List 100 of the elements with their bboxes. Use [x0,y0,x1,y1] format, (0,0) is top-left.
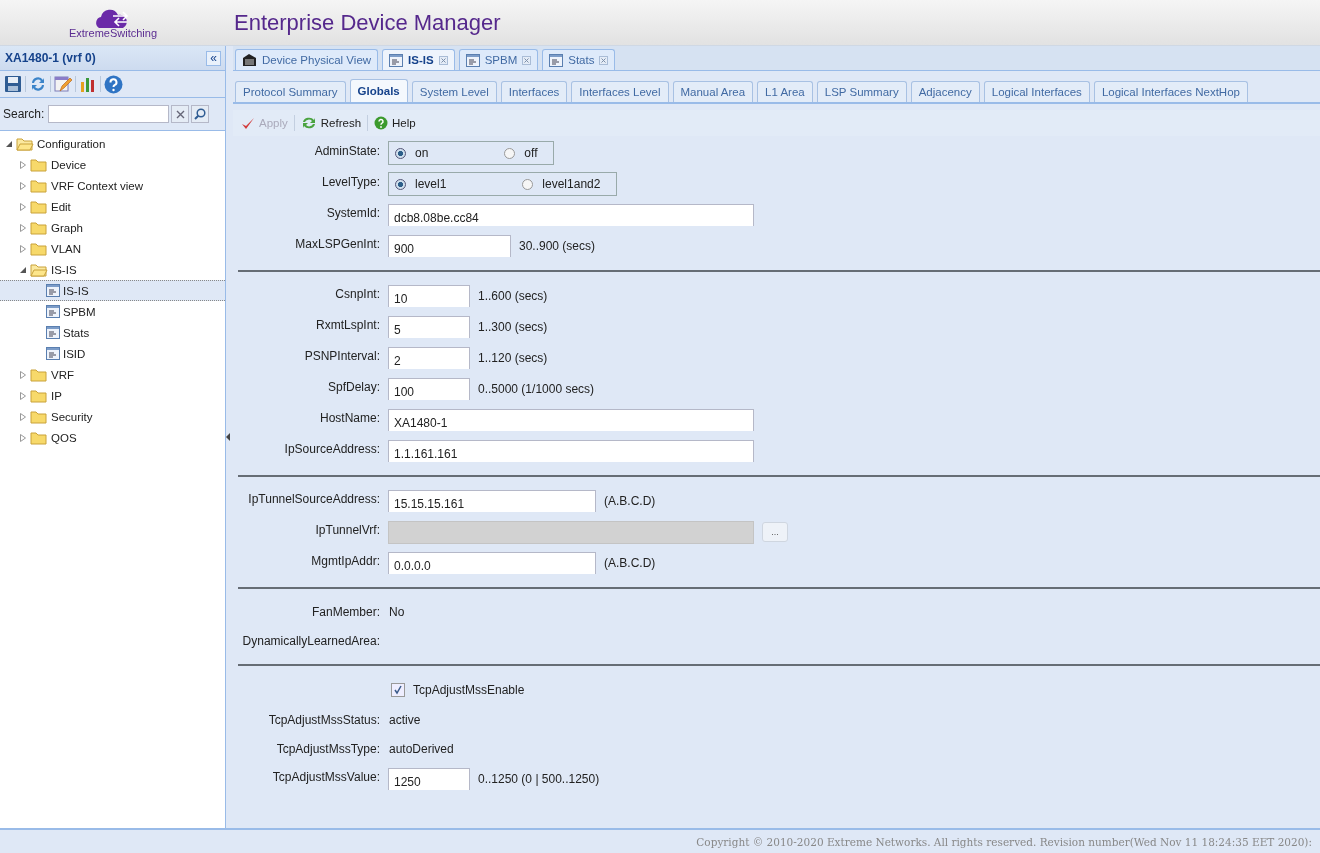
sub-tab[interactable]: System Level [411,81,497,102]
field-value: active [388,713,421,727]
tree-item[interactable]: IS-IS [51,263,77,276]
sub-tab[interactable]: Interfaces [500,81,568,102]
close-icon[interactable] [438,55,448,65]
sub-tab[interactable]: L1 Area [757,81,813,102]
text-field[interactable]: 0.0.0.0 [388,552,596,574]
text-field[interactable]: 5 [388,316,470,338]
collapse-arrow-icon[interactable] [18,265,27,274]
radio-option[interactable]: level1 [391,177,447,191]
clear-button[interactable] [171,105,190,123]
tree-item[interactable]: VRF Context view [51,179,144,192]
collapse-arrow-icon[interactable] [4,139,13,148]
tree-item[interactable]: Security [51,410,93,423]
close-icon[interactable] [522,55,532,65]
sub-tab[interactable]: Globals [349,79,408,102]
folder-icon [30,262,48,277]
field-label: TcpAdjustMssStatus: [267,712,381,727]
field-label: LevelType: [320,174,381,189]
text-field[interactable]: 2 [388,347,470,369]
tree-item[interactable]: Configuration [37,137,106,150]
tree-item[interactable]: VRF [51,368,74,381]
field-label: FanMember: [310,604,381,619]
tree-item[interactable]: VLAN [51,242,82,255]
edit-icon[interactable] [54,75,72,93]
radio-option[interactable]: off [500,146,538,160]
folder-icon [30,178,48,193]
close-icon [175,109,185,119]
text-field[interactable]: 1250 [388,768,470,790]
expand-arrow-icon[interactable] [18,160,27,169]
radio-option[interactable]: level1and2 [518,177,601,191]
tree-item[interactable]: Device [51,158,87,171]
collapse-button[interactable]: « [206,50,221,66]
folder-icon [30,367,48,382]
text-field[interactable]: XA1480-1 [388,409,754,431]
search-field[interactable] [48,105,170,123]
help-button[interactable]: Help [372,116,418,130]
tree-item[interactable]: Graph [51,221,83,234]
close-icon[interactable] [599,55,609,65]
view-tab[interactable]: SPBM [458,49,539,70]
expand-arrow-icon[interactable] [18,202,27,211]
text-field[interactable]: 15.15.15.161 [388,490,596,512]
tree-item[interactable]: IS-IS [63,284,89,297]
view-tab[interactable]: IS-IS [382,49,455,70]
range-hint: 30..900 (secs) [519,239,596,253]
text-field[interactable]: dcb8.08be.cc84 [388,204,754,226]
field-value: No [388,605,405,619]
tree-item[interactable]: SPBM [63,305,96,318]
text-field[interactable]: 900 [388,235,511,257]
range-hint: 1..120 (secs) [478,351,548,365]
expand-arrow-icon[interactable] [18,223,27,232]
checkbox[interactable] [391,683,405,697]
bar-chart-icon[interactable] [79,75,97,93]
sub-tab[interactable]: LSP Summary [816,81,907,102]
brand-name: ExtremeSwitching [68,26,157,39]
expand-arrow-icon[interactable] [18,412,27,421]
refresh-button[interactable]: Refresh [298,116,364,130]
range-hint: (A.B.C.D) [604,556,656,570]
text-field[interactable]: 100 [388,378,470,400]
expand-arrow-icon[interactable] [18,433,27,442]
save-icon[interactable] [4,75,22,93]
sub-tab[interactable]: Manual Area [672,81,754,102]
folder-icon [30,241,48,256]
search-label: Search: [3,107,45,121]
sub-tab[interactable]: Logical Interfaces NextHop [1093,81,1248,102]
tree-item[interactable]: IP [51,389,62,402]
device-name: XA1480-1 (vrf 0) [5,51,96,65]
tab-page-icon [465,53,480,67]
range-hint: 1..300 (secs) [478,320,548,334]
text-field[interactable]: 1.1.161.161 [388,440,754,462]
tree-item[interactable]: Edit [51,200,71,213]
device-icon [242,53,257,67]
field-label: SpfDelay: [326,379,381,394]
expand-arrow-icon[interactable] [18,244,27,253]
checkbox-label[interactable]: TcpAdjustMssEnable [413,683,525,697]
list-page-icon [46,305,60,318]
folder-icon [30,199,48,214]
field-value: autoDerived [388,742,454,756]
selected-tree-row[interactable]: IS-IS [0,280,225,301]
copyright-text: Copyright © 2010-2020 Extreme Networks. All rights reserved. Revision number(Wed Nov 11 18:24:35 EET 2020): [696,835,1313,848]
tree-item[interactable]: Stats [63,326,90,339]
expand-arrow-icon[interactable] [18,181,27,190]
expand-arrow-icon[interactable] [18,391,27,400]
view-tab[interactable]: Stats [542,49,616,70]
tree-item[interactable]: ISID [63,347,86,360]
range-hint: 0..5000 (1/1000 secs) [478,382,595,396]
sub-tab[interactable]: Interfaces Level [571,81,669,102]
expand-arrow-icon[interactable] [18,370,27,379]
help-icon[interactable] [104,74,123,94]
text-field[interactable]: 10 [388,285,470,307]
refresh-icon[interactable] [29,75,47,93]
radio-option[interactable]: on [391,146,429,160]
sub-tab[interactable]: Adjacency [910,81,980,102]
view-tab[interactable]: Device Physical View [235,49,379,70]
tree-item[interactable]: QOS [51,431,77,444]
sub-tab[interactable]: Protocol Summary [235,81,346,102]
field-label: AdminState: [313,143,381,158]
search-button[interactable] [191,105,210,123]
field-label: IpTunnelSourceAddress: [247,491,381,506]
sub-tab[interactable]: Logical Interfaces [983,81,1090,102]
